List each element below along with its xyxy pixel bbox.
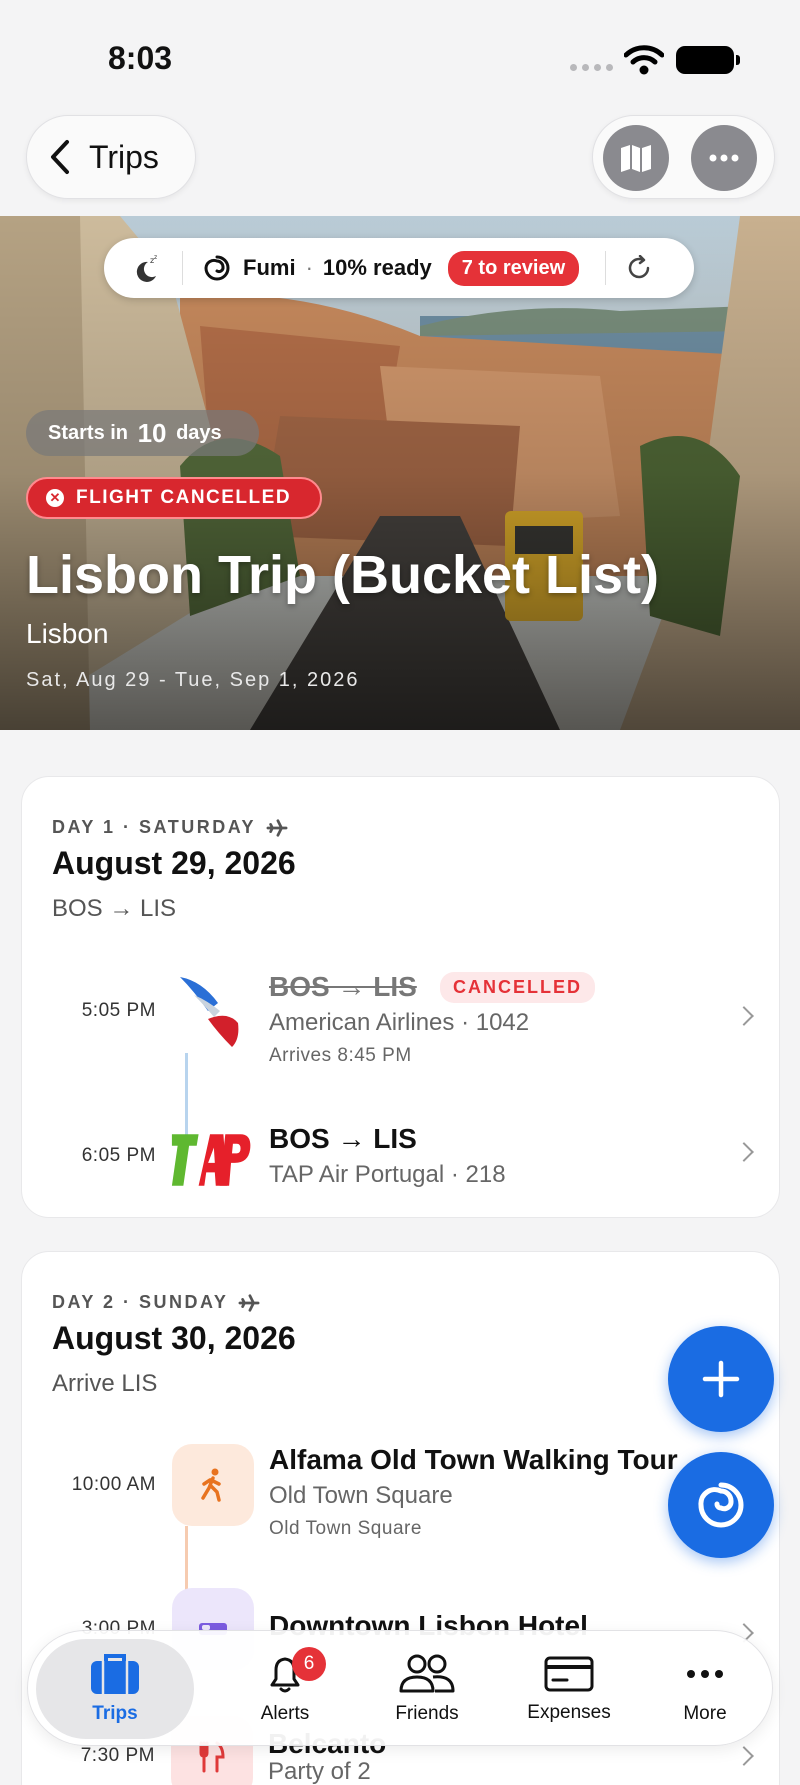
tab-label: Trips bbox=[92, 1703, 138, 1724]
tab-label: More bbox=[683, 1703, 727, 1724]
people-icon bbox=[399, 1654, 455, 1693]
fumi-separator: · bbox=[305, 255, 313, 280]
nav-actions bbox=[592, 115, 775, 199]
tap-air-portugal-logo bbox=[171, 1134, 251, 1186]
map-icon bbox=[621, 145, 651, 172]
day-label: DAY 2 · SUNDAY bbox=[52, 1292, 260, 1313]
tab-bar: Trips Alerts 6 Friends Expenses More bbox=[27, 1630, 773, 1746]
fumi-swirl-icon bbox=[698, 1482, 744, 1528]
day-card-1: DAY 1 · SATURDAY August 29, 2026 BOS → L… bbox=[21, 776, 780, 1218]
day-date: August 29, 2026 bbox=[52, 845, 296, 881]
chevron-left-icon bbox=[51, 140, 69, 174]
x-circle-icon: ✕ bbox=[46, 489, 64, 507]
item-title: BOS → LIS bbox=[269, 1123, 417, 1154]
chevron-right-icon bbox=[734, 1142, 754, 1162]
item-title: Alfama Old Town Walking Tour bbox=[269, 1444, 678, 1475]
tab-friends[interactable]: Friends bbox=[356, 1639, 498, 1739]
item-title: BOS → LIS bbox=[269, 971, 417, 1002]
fumi-assistant-button[interactable] bbox=[668, 1452, 774, 1558]
day-date: August 30, 2026 bbox=[52, 1320, 296, 1356]
more-options-button[interactable] bbox=[691, 125, 757, 191]
battery-icon bbox=[676, 46, 740, 74]
suitcase-icon bbox=[91, 1654, 139, 1694]
tab-expenses[interactable]: Expenses bbox=[498, 1639, 640, 1739]
airplane-icon bbox=[238, 1293, 260, 1312]
tab-label: Friends bbox=[395, 1703, 459, 1724]
trip-city: Lisbon bbox=[26, 618, 109, 649]
alerts-count-badge: 6 bbox=[292, 1647, 326, 1681]
tab-alerts[interactable]: Alerts 6 bbox=[214, 1639, 356, 1739]
status-time: 8:03 bbox=[108, 40, 173, 76]
add-button[interactable] bbox=[668, 1326, 774, 1432]
status-bar: 8:03 bbox=[0, 0, 800, 110]
refresh-icon[interactable] bbox=[626, 255, 652, 281]
fumi-status-pill[interactable]: z z Fumi · 10% ready 7 to review bbox=[104, 238, 694, 298]
trip-dates: Sat, Aug 29 - Tue, Sep 1, 2026 bbox=[26, 669, 360, 691]
airplane-icon bbox=[266, 818, 288, 837]
item-airline: TAP Air Portugal · 218 bbox=[269, 1161, 506, 1188]
ellipsis-icon bbox=[709, 154, 739, 162]
day-route: BOS → LIS bbox=[52, 895, 177, 922]
fumi-swirl-icon bbox=[204, 255, 230, 281]
item-time: 6:05 PM bbox=[81, 1145, 156, 1166]
american-airlines-logo bbox=[180, 977, 239, 1047]
tab-more[interactable]: More bbox=[640, 1639, 770, 1739]
tab-label: Expenses bbox=[527, 1702, 611, 1723]
map-button[interactable] bbox=[603, 125, 669, 191]
wifi-icon bbox=[624, 45, 664, 75]
flight-cancelled-badge[interactable]: ✕ FLIGHT CANCELLED bbox=[26, 477, 322, 519]
cellular-signal-icon bbox=[570, 64, 613, 71]
item-airline: American Airlines · 1042 bbox=[269, 1009, 530, 1036]
item-arrival: Arrives 8:45 PM bbox=[269, 1045, 412, 1066]
tab-trips[interactable]: Trips bbox=[36, 1639, 194, 1739]
tab-label: Alerts bbox=[260, 1703, 310, 1724]
trip-title: Lisbon Trip (Bucket List) bbox=[26, 545, 660, 605]
credit-card-icon bbox=[544, 1656, 594, 1692]
starts-days: 10 bbox=[137, 417, 167, 448]
sleep-moon-icon: z z bbox=[136, 254, 157, 282]
item-time: 10:00 AM bbox=[71, 1474, 156, 1495]
fumi-name: Fumi bbox=[243, 255, 296, 280]
activity-icon-tile bbox=[172, 1444, 254, 1526]
plus-icon bbox=[702, 1360, 740, 1398]
starts-in-pill: Starts in 10 days bbox=[26, 410, 259, 456]
item-time: 5:05 PM bbox=[81, 1000, 156, 1021]
cancelled-badge: CANCELLED bbox=[440, 972, 595, 1003]
back-button[interactable]: Trips bbox=[26, 115, 196, 199]
svg-text:z: z bbox=[154, 254, 157, 261]
day-label: DAY 1 · SATURDAY bbox=[52, 817, 288, 838]
fumi-ready: 10% ready bbox=[322, 255, 432, 280]
starts-suffix: days bbox=[176, 421, 222, 444]
item-subtitle: Old Town Square bbox=[269, 1482, 453, 1509]
item-subtitle: Party of 2 bbox=[268, 1758, 371, 1785]
back-button-label: Trips bbox=[89, 138, 159, 175]
chevron-right-icon bbox=[734, 1006, 754, 1026]
ellipsis-icon bbox=[687, 1670, 723, 1678]
flight-cancelled-label: FLIGHT CANCELLED bbox=[76, 487, 292, 508]
walking-person-icon bbox=[201, 1468, 221, 1502]
day-route: Arrive LIS bbox=[52, 1370, 158, 1397]
starts-prefix: Starts in bbox=[48, 421, 129, 444]
item-location: Old Town Square bbox=[269, 1518, 422, 1539]
day-label-text: DAY 1 · SATURDAY bbox=[52, 817, 257, 837]
item-time: 7:30 PM bbox=[80, 1745, 155, 1766]
day-label-text: DAY 2 · SUNDAY bbox=[52, 1292, 229, 1312]
review-badge[interactable]: 7 to review bbox=[447, 250, 580, 286]
